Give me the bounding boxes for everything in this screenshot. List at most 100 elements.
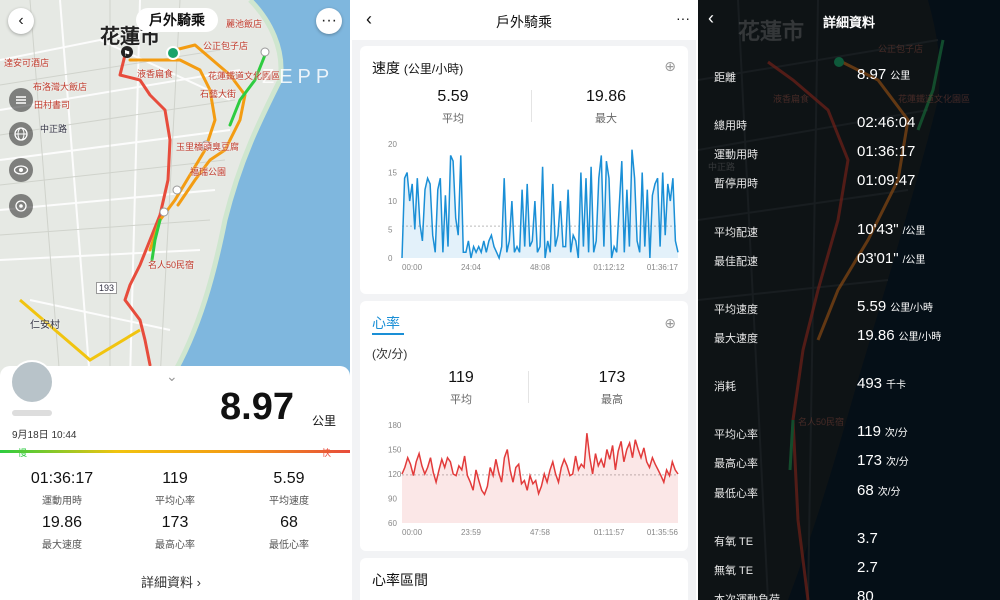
speed-max: 19.86 最大 (585, 88, 627, 125)
detail-value-text: 173 (857, 452, 883, 469)
detail-key: 平均速度 (714, 304, 758, 316)
map-label: 福瑞公園 (190, 167, 227, 177)
detail-value: 2.7 (857, 559, 882, 576)
x-tick-label: 48:08 (530, 263, 551, 272)
detail-row: 有氧 TE 3.7 (714, 530, 994, 550)
detail-value: 02:46:04 (857, 114, 919, 131)
details-link[interactable]: 詳細資料 › (141, 572, 201, 591)
stat-min-hr: 68 最低心率 (269, 514, 309, 551)
speed-chart[interactable]: 0 5 10 15 20 00:00 24:04 48:08 01:12:12 01:36:17 (360, 134, 688, 274)
map-layer-button[interactable] (9, 88, 33, 112)
detail-value: 01:09:47 (857, 172, 919, 189)
activity-date: 9月18日 10:44 (12, 430, 77, 441)
back-button[interactable]: ‹ (8, 8, 34, 34)
detail-key: 運動用時 (714, 149, 758, 161)
y-tick-label: 5 (388, 226, 393, 235)
detail-value-text: 8.97 (857, 66, 887, 83)
detail-value-text: 3.7 (857, 530, 878, 547)
header-bar: ‹ 戶外騎乘 ··· (352, 0, 696, 40)
page-title: 戶外騎乘 (496, 14, 552, 30)
detail-value: 173 次/分 (857, 452, 909, 469)
locate-button[interactable] (9, 194, 33, 218)
map-label: 公正包子店 (203, 41, 249, 51)
more-button[interactable]: ··· (676, 10, 690, 26)
detail-value: 119 次/分 (857, 423, 908, 440)
y-tick-label: 150 (388, 446, 402, 455)
detail-value: 3.7 (857, 530, 882, 547)
y-tick-label: 90 (388, 495, 397, 504)
collapse-chevron-icon[interactable]: ⌄ (166, 368, 178, 385)
zoom-in-icon[interactable]: ⊕ (664, 315, 676, 332)
x-tick-label: 47:58 (530, 528, 551, 537)
detail-value: 5.59 公里/小時 (857, 298, 933, 315)
detail-unit: 次/分 (886, 457, 909, 468)
more-button[interactable]: ··· (316, 8, 342, 34)
y-tick-label: 10 (388, 197, 397, 206)
stat-moving-time: 01:36:17 運動用時 (30, 470, 94, 507)
x-tick-label: 01:36:17 (647, 263, 679, 272)
detail-row: 最低心率 68 次/分 (714, 482, 994, 502)
detail-unit: 次/分 (884, 428, 908, 439)
view-button[interactable] (9, 158, 33, 182)
detail-row: 運動用時 01:36:17 (714, 143, 994, 163)
detail-value-text: 02:46:04 (857, 114, 916, 131)
detail-row: 平均心率 119 次/分 (714, 423, 994, 443)
map-label: 仁安村 (30, 320, 60, 331)
hr-max: 173 最高 (598, 369, 626, 406)
detail-row: 暫停用時 01:09:47 (714, 172, 994, 192)
zepp-watermark: ZEPP (262, 66, 335, 88)
detail-value-text: 2.7 (857, 559, 878, 576)
heart-rate-card: 心率 ⊕ (次/分) 119 平均 173 最高 60 90 120 150 180 00:0… (360, 301, 688, 551)
hr-zone-card: 心率區間 (360, 558, 688, 600)
more-dots-icon: ··· (676, 10, 690, 26)
detail-value-text: 03'01" (857, 250, 899, 267)
page-title: 戶外騎乘 (136, 8, 218, 32)
map-label: 達安可酒店 (4, 58, 50, 68)
chevron-left-icon: ‹ (18, 12, 24, 29)
detail-unit: 公里/小時 (890, 303, 933, 314)
detail-value-text: 493 (857, 375, 883, 392)
start-point-icon (166, 46, 180, 60)
username-blurred (12, 410, 52, 416)
detail-value-text: 10'43" (857, 221, 899, 238)
detail-unit: 公里/小時 (898, 332, 942, 343)
detail-value-text: 68 (857, 482, 874, 499)
detail-row: 距離 8.97 公里 (714, 66, 994, 86)
page-title: 詳細資料 (822, 15, 875, 30)
heart-rate-chart[interactable]: 60 90 120 150 180 00:00 23:59 47:58 01:11:57 01:3… (360, 417, 688, 547)
detail-row: 最大速度 19.86 公里/小時 (714, 327, 994, 347)
detail-value: 10'43"/公里 (857, 221, 925, 238)
x-tick-label: 23:59 (461, 528, 482, 537)
road-number-label: 193 (96, 282, 118, 294)
map-label: 石藝大街 (200, 89, 237, 99)
eye-icon (13, 165, 29, 175)
detail-key: 有氧 TE (714, 536, 754, 548)
stat-max-speed: 19.86 最大速度 (41, 514, 83, 551)
map-label: 液香扁食 (137, 69, 174, 79)
detail-key: 最大速度 (714, 333, 758, 345)
stat-avg-hr: 119 平均心率 (155, 470, 195, 507)
detail-key: 本次運動負荷 (714, 594, 780, 600)
detail-key: 最低心率 (714, 488, 758, 500)
detail-value: 68 次/分 (857, 482, 900, 499)
hr-zone-title: 心率區間 (372, 572, 428, 588)
speed-card: 速度 (公里/小時) ⊕ 5.59 平均 19.86 最大 0 5 10 15 20 00:0… (360, 46, 688, 294)
y-tick-label: 20 (388, 140, 397, 149)
detail-value: 01:36:17 (857, 143, 919, 160)
locate-icon (15, 200, 27, 212)
layers-icon (16, 96, 26, 104)
x-tick-label: 01:12:12 (593, 263, 625, 272)
detail-key: 總用時 (714, 120, 747, 132)
x-tick-label: 01:35:56 (647, 528, 679, 537)
zoom-in-icon[interactable]: ⊕ (664, 58, 676, 75)
y-tick-label: 120 (388, 470, 402, 479)
detail-row: 本次運動負荷 80 (714, 588, 994, 600)
detail-value-text: 01:09:47 (857, 172, 916, 189)
details-panel: 花蓮市 液香扁食 花蓮鐵道文化園區 公正包子店 中正路 名人50民宿 ‹ 詳細資… (698, 0, 1000, 600)
avatar (10, 360, 54, 404)
detail-key: 消耗 (714, 381, 736, 393)
globe-button[interactable] (9, 122, 33, 146)
y-tick-label: 0 (388, 254, 393, 263)
detail-unit: /公里 (902, 226, 926, 237)
detail-value-text: 119 (857, 423, 881, 440)
